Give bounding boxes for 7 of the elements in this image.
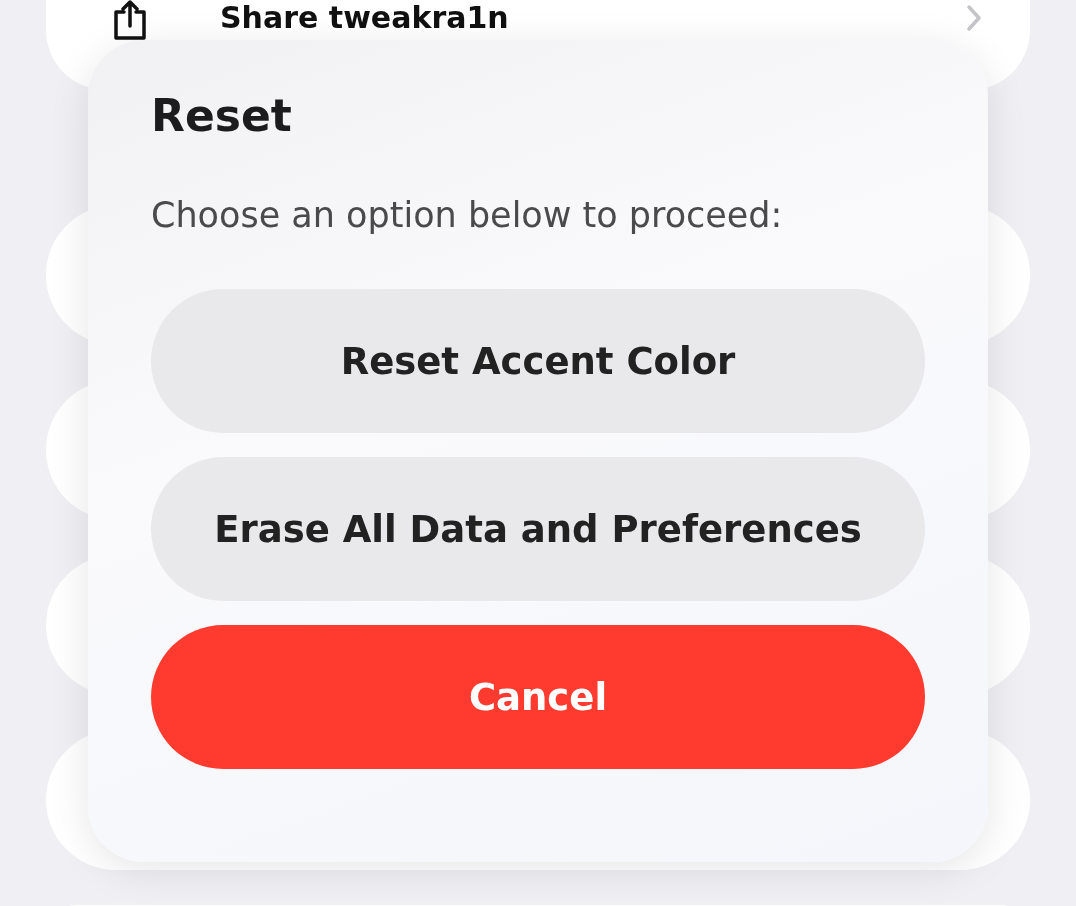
dialog-button[interactable]: Reset Accent Color	[151, 289, 925, 433]
dialog-button[interactable]: Erase All Data and Preferences	[151, 457, 925, 601]
dialog-button[interactable]: Cancel	[151, 625, 925, 769]
chevron-icon	[966, 4, 982, 32]
row-label: Share tweakra1n	[220, 0, 510, 36]
dialog-message: Choose an option below to proceed:	[151, 195, 784, 235]
dialog-title: Reset	[151, 90, 293, 141]
